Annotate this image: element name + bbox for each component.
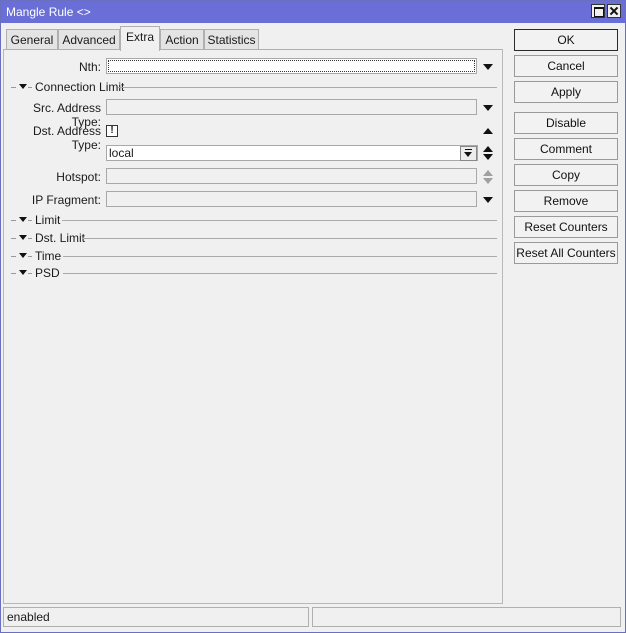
section-limit-label: Limit — [35, 213, 61, 227]
triangle-down-icon[interactable] — [19, 84, 27, 89]
section-rule — [63, 273, 497, 274]
dropdown-bar — [465, 149, 472, 150]
focus-indicator — [108, 60, 475, 72]
section-psd[interactable]: PSD — [11, 266, 497, 280]
triangle-down-icon[interactable] — [19, 217, 27, 222]
section-rule — [28, 273, 32, 274]
section-limit[interactable]: Limit — [11, 213, 497, 227]
window-title: Mangle Rule <> — [6, 5, 91, 19]
close-icon[interactable] — [607, 4, 621, 18]
ok-button[interactable]: OK — [514, 29, 618, 51]
section-rule — [28, 220, 32, 221]
section-time-label: Time — [35, 249, 62, 263]
tab-action[interactable]: Action — [160, 29, 204, 49]
hotspot-field[interactable] — [106, 168, 477, 184]
nth-label: Nth: — [78, 60, 101, 74]
triangle-down-icon[interactable] — [19, 235, 27, 240]
triangle-down-icon[interactable] — [19, 253, 27, 258]
comment-button[interactable]: Comment — [514, 138, 618, 160]
chevron-down-icon — [464, 152, 472, 157]
hotspot-down-icon — [483, 178, 493, 184]
remove-button[interactable]: Remove — [514, 190, 618, 212]
section-psd-label: PSD — [35, 266, 60, 280]
copy-button[interactable]: Copy — [514, 164, 618, 186]
section-dst-limit-label: Dst. Limit — [35, 231, 86, 245]
section-connection-limit-label: Connection Limit — [35, 80, 125, 94]
ip-fragment-field[interactable] — [106, 191, 477, 207]
negate-toggle[interactable]: ! — [106, 125, 118, 137]
section-rule — [28, 87, 32, 88]
status-bar: enabled — [3, 607, 621, 627]
section-connection-limit[interactable]: Connection Limit — [11, 80, 497, 94]
section-time[interactable]: Time — [11, 249, 497, 263]
reset-counters-button[interactable]: Reset Counters — [514, 216, 618, 238]
section-rule — [28, 256, 32, 257]
reset-all-counters-button[interactable]: Reset All Counters — [514, 242, 618, 264]
tab-general[interactable]: General — [6, 29, 58, 49]
remove-value-down-icon[interactable] — [483, 154, 493, 160]
disable-button[interactable]: Disable — [514, 112, 618, 134]
src-address-type-field[interactable] — [106, 99, 477, 115]
src-address-type-dropdown-icon[interactable] — [483, 105, 493, 111]
section-dst-limit[interactable]: Dst. Limit — [11, 231, 497, 245]
section-rule — [118, 87, 497, 88]
tab-advanced[interactable]: Advanced — [58, 29, 120, 49]
status-secondary — [312, 607, 621, 627]
section-rule — [82, 238, 497, 239]
cancel-button[interactable]: Cancel — [514, 55, 618, 77]
hotspot-up-icon — [483, 170, 493, 176]
chevron-up-icon[interactable] — [483, 128, 493, 134]
nth-field[interactable] — [106, 58, 477, 74]
section-rule — [11, 220, 16, 221]
title-bar[interactable]: Mangle Rule <> — [1, 1, 625, 23]
section-rule — [28, 238, 32, 239]
tab-statistics[interactable]: Statistics — [204, 29, 259, 49]
mangle-rule-window: Mangle Rule <> General Advanced Extra Ac… — [0, 0, 626, 633]
ip-fragment-dropdown-icon[interactable] — [483, 197, 493, 203]
hotspot-label: Hotspot: — [56, 170, 101, 184]
triangle-down-icon[interactable] — [19, 270, 27, 275]
dst-address-type-value: local — [109, 146, 134, 160]
ip-fragment-label: IP Fragment: — [31, 193, 101, 207]
section-rule — [11, 273, 16, 274]
section-rule — [63, 256, 497, 257]
section-rule — [62, 220, 497, 221]
section-rule — [11, 87, 16, 88]
dst-address-type-field[interactable]: local — [106, 145, 478, 161]
section-rule — [11, 238, 16, 239]
dst-address-type-dropdown-button[interactable] — [460, 146, 477, 161]
add-value-up-icon[interactable] — [483, 146, 493, 152]
apply-button[interactable]: Apply — [514, 81, 618, 103]
maximize-icon[interactable] — [591, 4, 605, 18]
dst-address-type-label: Dst. Address Type: — [32, 124, 101, 152]
status-state: enabled — [3, 607, 309, 627]
section-rule — [11, 256, 16, 257]
tab-extra[interactable]: Extra — [120, 26, 160, 51]
nth-dropdown-icon[interactable] — [483, 64, 493, 70]
